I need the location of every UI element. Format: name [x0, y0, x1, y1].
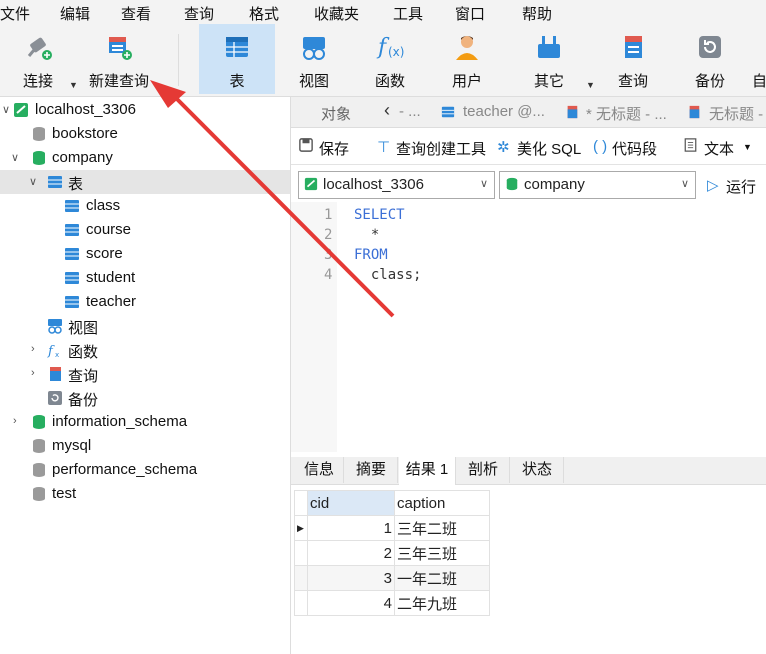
- annotation-arrow: [150, 80, 395, 318]
